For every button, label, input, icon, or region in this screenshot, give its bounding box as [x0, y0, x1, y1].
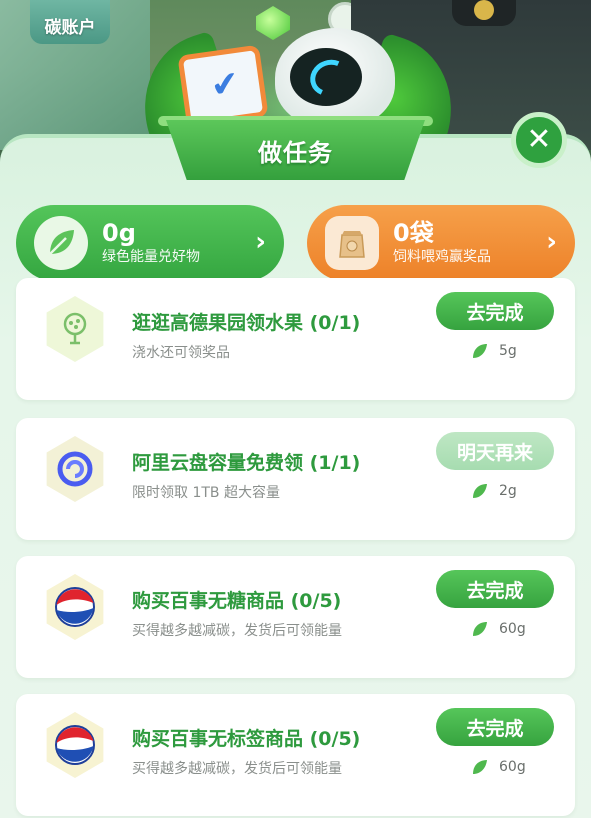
task-subtitle: 买得越多越减碳，发货后可领能量 [132, 623, 342, 639]
task-title: 购买百事无标签商品 (0/5) [132, 728, 361, 750]
go-complete-button[interactable]: 去完成 [436, 570, 554, 608]
energy-value: 0g [102, 219, 136, 247]
task-card: 购买百事无糖商品 (0/5) 买得越多越减碳，发货后可领能量 去完成 60g [16, 556, 575, 678]
lock-badge-icon [452, 0, 516, 26]
task-card: 购买百事无标签商品 (0/5) 买得越多越减碳，发货后可领能量 去完成 60g [16, 694, 575, 816]
mascot-face [290, 48, 362, 106]
reward-amount: 60g [499, 759, 526, 775]
task-reward: 60g [471, 620, 526, 638]
task-title: 逛逛高德果园领水果 (0/1) [132, 312, 361, 334]
energy-desc: 绿色能量兑好物 [102, 249, 200, 265]
reward-amount: 2g [499, 483, 517, 499]
reward-amount: 60g [499, 621, 526, 637]
close-icon: ✕ [526, 122, 552, 157]
reward-amount: 5g [499, 343, 517, 359]
aliyun-drive-icon [46, 436, 104, 502]
task-subtitle: 限时领取 1TB 超大容量 [132, 485, 280, 501]
task-reward: 60g [471, 758, 526, 776]
leaf-icon [34, 216, 88, 270]
task-card: 阿里云盘容量免费领 (1/1) 限时领取 1TB 超大容量 明天再来 2g [16, 418, 575, 540]
leaf-icon [473, 344, 487, 358]
task-reward: 5g [471, 342, 517, 360]
feed-bag-icon [325, 216, 379, 270]
feed-desc: 饲料喂鸡赢奖品 [393, 249, 491, 265]
go-complete-button[interactable]: 去完成 [436, 708, 554, 746]
task-subtitle: 买得越多越减碳，发货后可领能量 [132, 761, 342, 777]
go-complete-button[interactable]: 去完成 [436, 292, 554, 330]
green-gem-icon [256, 6, 290, 40]
task-subtitle: 浇水还可领奖品 [132, 345, 230, 361]
leaf-icon [473, 622, 487, 636]
feed-reward-card[interactable]: 0袋 饲料喂鸡赢奖品 › [307, 205, 575, 281]
chevron-right-icon: › [255, 227, 266, 257]
task-title: 购买百事无糖商品 (0/5) [132, 590, 342, 612]
checklist-board-icon [177, 44, 269, 128]
carbon-account-sign[interactable]: 碳账户 [30, 0, 110, 44]
leaf-icon [473, 484, 487, 498]
panel-title: 做任务 [166, 120, 425, 180]
tree-icon [46, 296, 104, 362]
leaf-icon [473, 760, 487, 774]
come-tomorrow-button[interactable]: 明天再来 [436, 432, 554, 470]
chevron-right-icon: › [546, 227, 557, 257]
pepsi-icon [46, 574, 104, 640]
pepsi-icon [46, 712, 104, 778]
close-button[interactable]: ✕ [511, 112, 567, 168]
task-reward: 2g [471, 482, 517, 500]
task-title: 阿里云盘容量免费领 (1/1) [132, 452, 361, 474]
energy-reward-card[interactable]: 0g 绿色能量兑好物 › [16, 205, 284, 281]
feed-value: 0袋 [393, 219, 434, 247]
task-card: 逛逛高德果园领水果 (0/1) 浇水还可领奖品 去完成 5g [16, 278, 575, 400]
